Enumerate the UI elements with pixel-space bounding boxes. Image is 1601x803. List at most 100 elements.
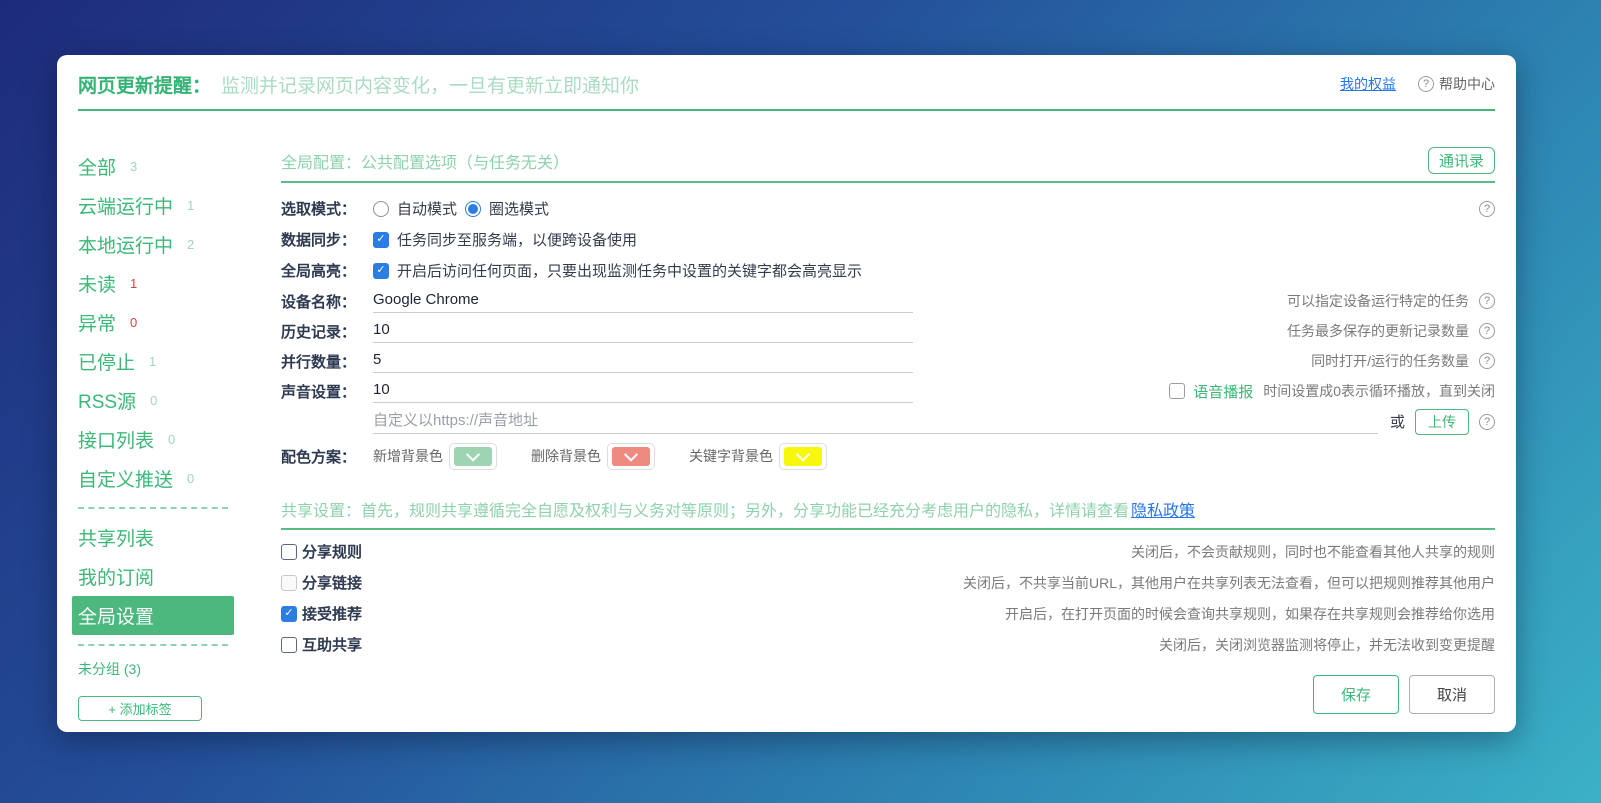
share-link-label[interactable]: 分享链接 [302,572,362,593]
device-name-row: 设备名称： 可以指定设备运行特定的任务 ? [281,286,1495,316]
parallel-help-icon[interactable]: ? [1479,353,1495,369]
sidebar-item-count: 0 [187,471,194,486]
sidebar-item-global-settings[interactable]: 全局设置 [72,596,234,635]
global-highlight-text: 开启后访问任何页面，只要出现监测任务中设置的关键字都会高亮显示 [397,260,862,281]
sidebar-item-label: 共享列表 [78,524,154,551]
share-rules-checkbox[interactable] [281,544,297,560]
sidebar-item-rss[interactable]: RSS源 0 [78,381,240,420]
upload-button[interactable]: 上传 [1415,409,1469,435]
global-highlight-checkbox[interactable] [373,263,389,279]
header-divider [78,109,1495,111]
sidebar-item-count: 1 [149,354,156,369]
circle-mode-option-label[interactable]: 圈选模式 [489,198,549,219]
add-bg-color-swatch [454,447,492,466]
sound-hint: 时间设置成0表示循环播放，直到关闭 [1263,381,1495,401]
sidebar-item-count: 0 [130,315,137,330]
sidebar: 全部 3 云端运行中 1 本地运行中 2 未读 1 异常 0 已停止 1 [78,147,240,721]
parallel-input[interactable] [373,349,913,373]
add-bg-color-picker[interactable] [449,443,497,470]
share-settings-form: 分享规则 关闭后，不会贡献规则，同时也不能查看其他人共享的规则 分享链接 关闭后… [281,536,1495,660]
auto-mode-radio[interactable] [373,201,389,217]
keyword-bg-color-label: 关键字背景色 [689,446,773,466]
delete-bg-color-swatch [612,447,650,466]
sidebar-item-label: RSS源 [78,387,136,414]
global-highlight-row: 全局高亮： 开启后访问任何页面，只要出现监测任务中设置的关键字都会高亮显示 [281,255,1495,286]
sound-url-input[interactable] [373,410,1378,434]
device-name-help-icon[interactable]: ? [1479,293,1495,309]
my-benefits-link[interactable]: 我的权益 [1340,74,1396,94]
sidebar-item-custom-push[interactable]: 自定义推送 0 [78,459,240,498]
voice-broadcast-label[interactable]: 语音播报 [1193,381,1253,402]
mutual-share-label[interactable]: 互助共享 [302,634,362,655]
keyword-bg-color-group: 关键字背景色 [689,443,827,470]
color-scheme-label: 配色方案： [281,446,373,467]
sidebar-item-label: 接口列表 [78,426,154,453]
sidebar-item-my-subscriptions[interactable]: 我的订阅 [78,557,240,596]
share-rules-desc: 关闭后，不会贡献规则，同时也不能查看其他人共享的规则 [1131,542,1495,562]
add-tag-button[interactable]: + 添加标签 [78,696,202,721]
sidebar-item-label: 我的订阅 [78,563,154,590]
voice-broadcast-checkbox[interactable] [1169,383,1185,399]
sidebar-item-label: 全局设置 [78,602,154,629]
select-mode-row: 选取模式： 自动模式 圈选模式 ? [281,193,1495,224]
auto-mode-option-label[interactable]: 自动模式 [397,198,457,219]
history-help-icon[interactable]: ? [1479,323,1495,339]
parallel-row: 并行数量： 同时打开/运行的任务数量 ? [281,346,1495,376]
mutual-share-row: 互助共享 关闭后，关闭浏览器监测将停止，并无法收到变更提醒 [281,629,1495,660]
delete-bg-color-group: 删除背景色 [531,443,655,470]
data-sync-row: 数据同步： 任务同步至服务端，以便跨设备使用 [281,224,1495,255]
share-rules-row: 分享规则 关闭后，不会贡献规则，同时也不能查看其他人共享的规则 [281,536,1495,567]
accept-recommend-desc: 开启后，在打开页面的时候会查询共享规则，如果存在共享规则会推荐给你选用 [1005,604,1495,624]
sidebar-item-unread[interactable]: 未读 1 [78,264,240,303]
sidebar-item-count: 2 [187,237,194,252]
save-button[interactable]: 保存 [1313,675,1399,714]
cancel-button[interactable]: 取消 [1409,675,1495,714]
help-center-label: 帮助中心 [1439,74,1495,94]
keyword-bg-color-picker[interactable] [779,443,827,470]
select-mode-help-icon[interactable]: ? [1479,201,1495,217]
sidebar-item-local-running[interactable]: 本地运行中 2 [78,225,240,264]
accept-recommend-checkbox[interactable] [281,606,297,622]
data-sync-label: 数据同步： [281,229,373,250]
history-hint: 任务最多保存的更新记录数量 [1287,321,1469,341]
question-icon: ? [1418,76,1434,92]
ungrouped-label[interactable]: 未分组 (3) [78,659,240,679]
data-sync-checkbox[interactable] [373,232,389,248]
data-sync-text: 任务同步至服务端，以便跨设备使用 [397,229,637,250]
app-subtitle: 监测并记录网页内容变化，一旦有更新立即通知你 [221,71,639,98]
sidebar-item-share-list[interactable]: 共享列表 [78,518,240,557]
add-bg-color-group: 新增背景色 [373,443,497,470]
history-label: 历史记录： [281,321,373,342]
app-title: 网页更新提醒： [78,71,211,98]
color-scheme-row: 配色方案： 新增背景色 删除背景色 [281,437,1495,475]
sound-label: 声音设置： [281,381,373,402]
delete-bg-color-picker[interactable] [607,443,655,470]
history-input[interactable] [373,319,913,343]
sidebar-item-count: 0 [150,393,157,408]
privacy-policy-link[interactable]: 隐私政策 [1131,497,1195,521]
sidebar-item-label: 自定义推送 [78,465,173,492]
sidebar-item-error[interactable]: 异常 0 [78,303,240,342]
history-row: 历史记录： 任务最多保存的更新记录数量 ? [281,316,1495,346]
sound-input[interactable] [373,379,913,403]
sidebar-item-cloud-running[interactable]: 云端运行中 1 [78,186,240,225]
app-window: 网页更新提醒： 监测并记录网页内容变化，一旦有更新立即通知你 我的权益 ? 帮助… [57,55,1516,732]
keyword-bg-color-swatch [784,447,822,466]
contacts-button[interactable]: 通讯录 [1428,147,1495,174]
share-settings-header: 共享设置：首先，规则共享遵循完全自愿及权利与义务对等原则；另外，分享功能已经充分… [281,497,1495,521]
sidebar-item-count: 1 [187,198,194,213]
accept-recommend-label[interactable]: 接受推荐 [302,603,362,624]
sidebar-item-stopped[interactable]: 已停止 1 [78,342,240,381]
sidebar-item-api-list[interactable]: 接口列表 0 [78,420,240,459]
upload-help-icon[interactable]: ? [1479,414,1495,430]
help-center-link[interactable]: ? 帮助中心 [1418,74,1495,94]
share-settings-title: 共享设置：首先，规则共享遵循完全自愿及权利与义务对等原则；另外，分享功能已经充分… [281,497,1129,521]
circle-mode-radio[interactable] [465,201,481,217]
device-name-input[interactable] [373,289,913,313]
sidebar-item-all[interactable]: 全部 3 [78,147,240,186]
sidebar-item-label: 云端运行中 [78,192,173,219]
share-link-checkbox[interactable] [281,575,297,591]
mutual-share-checkbox[interactable] [281,637,297,653]
share-rules-label[interactable]: 分享规则 [302,541,362,562]
chevron-down-icon [624,448,638,462]
